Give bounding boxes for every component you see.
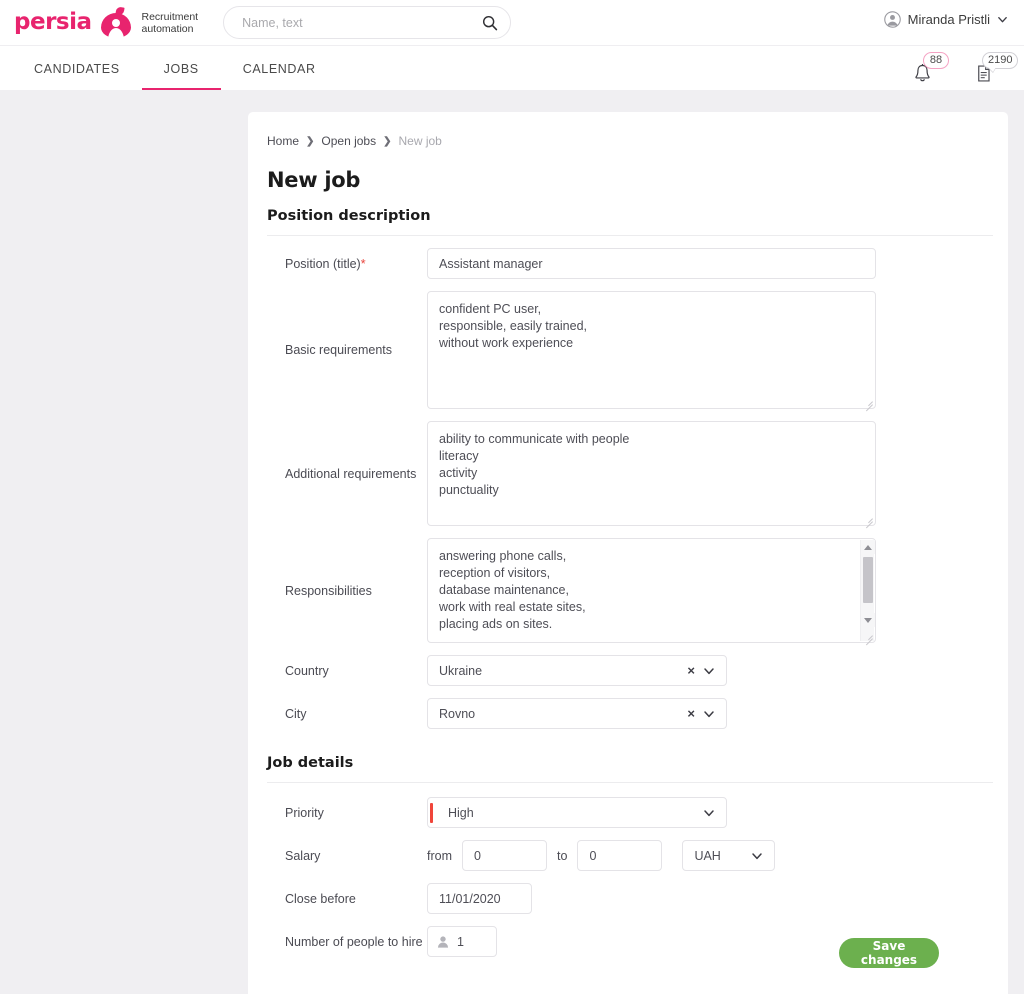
label-close-before: Close before	[285, 891, 356, 906]
brand-logo[interactable]: persia Recruitment automation	[14, 6, 199, 40]
tab-jobs[interactable]: JOBS	[141, 46, 221, 90]
responsibilities-scrollbar[interactable]	[860, 540, 875, 641]
country-select[interactable]: Ukraine ×	[427, 655, 727, 686]
basic-requirements-textarea[interactable]: confident PC user, responsible, easily t…	[427, 291, 876, 409]
currency-select[interactable]: UAH	[682, 840, 776, 871]
documents-count-badge[interactable]: 2190	[982, 52, 1019, 69]
section-title-job-details: Job details	[267, 755, 354, 771]
breadcrumb-separator-icon: ❯	[383, 135, 392, 147]
position-title-input[interactable]	[427, 248, 876, 279]
chevron-down-icon[interactable]	[703, 807, 715, 819]
field-row-position-title: Position (title)*	[267, 248, 990, 279]
breadcrumb-separator-icon: ❯	[306, 135, 315, 147]
tab-candidates[interactable]: CANDIDATES	[12, 46, 142, 90]
new-job-card: Home ❯ Open jobs ❯ New job New job Posit…	[248, 112, 1008, 994]
salary-from-label: from	[427, 848, 452, 863]
notification-count-badge[interactable]: 88	[923, 52, 949, 69]
brand-wordmark: persia	[14, 9, 92, 35]
priority-level-indicator	[430, 803, 433, 823]
section-title-position-description: Position description	[267, 208, 431, 224]
label-responsibilities: Responsibilities	[285, 583, 372, 598]
field-row-responsibilities: Responsibilities answering phone calls, …	[267, 538, 990, 646]
tab-candidates-label: CANDIDATES	[34, 62, 120, 76]
priority-select[interactable]: High	[427, 797, 727, 828]
nav-tab-list: CANDIDATES JOBS CALENDAR	[0, 46, 338, 90]
city-select[interactable]: Rovno ×	[427, 698, 727, 729]
people-to-hire-input[interactable]: 1	[427, 926, 497, 957]
currency-selected-value: UAH	[694, 848, 721, 863]
field-row-priority: Priority High	[267, 797, 990, 828]
field-row-close-before: Close before	[267, 883, 990, 914]
main-navigation: CANDIDATES JOBS CALENDAR 88 2190	[0, 45, 1024, 90]
brand-tagline: Recruitment automation	[140, 11, 199, 35]
salary-to-input[interactable]	[577, 840, 663, 871]
top-header: persia Recruitment automation Miranda Pr…	[0, 0, 1024, 45]
country-selected-value: Ukraine	[439, 663, 483, 678]
chevron-down-icon[interactable]	[703, 708, 715, 720]
label-country: Country	[285, 663, 329, 678]
page-title: New job	[267, 168, 361, 192]
close-icon[interactable]: ×	[687, 707, 695, 720]
label-salary: Salary	[285, 848, 321, 863]
breadcrumb-item-current: New job	[398, 134, 442, 148]
breadcrumb-item-home[interactable]: Home	[267, 134, 299, 148]
label-additional-requirements: Additional requirements	[285, 466, 417, 481]
tab-calendar-label: CALENDAR	[242, 62, 316, 76]
basic-requirements-wrapper: confident PC user, responsible, easily t…	[427, 291, 876, 412]
tab-jobs-label: JOBS	[163, 62, 199, 76]
priority-selected-value: High	[448, 805, 474, 820]
header-badges: 88 2190	[912, 52, 1019, 88]
persia-peach-logo-icon	[100, 6, 131, 40]
close-before-date-input[interactable]	[427, 883, 532, 914]
field-row-country: Country Ukraine ×	[267, 655, 990, 686]
tab-calendar[interactable]: CALENDAR	[221, 46, 338, 90]
user-name: Miranda Pristli	[907, 12, 990, 27]
person-icon	[437, 935, 449, 948]
global-search[interactable]	[223, 6, 512, 39]
label-city: City	[285, 706, 307, 721]
user-menu[interactable]: Miranda Pristli	[883, 11, 1008, 28]
responsibilities-textarea[interactable]: answering phone calls, reception of visi…	[427, 538, 876, 643]
close-icon[interactable]: ×	[687, 664, 695, 677]
brand-tagline-line2: automation	[141, 22, 194, 35]
responsibilities-wrapper: answering phone calls, reception of visi…	[427, 538, 876, 646]
field-row-salary: Salary from to UAH	[267, 840, 990, 871]
scroll-down-arrow-icon[interactable]	[861, 613, 875, 627]
salary-controls: from to UAH	[427, 840, 990, 871]
salary-to-label: to	[557, 848, 568, 863]
search-input[interactable]	[240, 14, 483, 31]
label-people-to-hire: Number of people to hire	[285, 934, 423, 949]
notifications-button[interactable]: 88	[912, 52, 949, 88]
field-row-basic-requirements: Basic requirements confident PC user, re…	[267, 291, 990, 412]
people-to-hire-value: 1	[457, 934, 464, 949]
documents-button[interactable]: 2190	[974, 52, 1019, 88]
breadcrumb: Home ❯ Open jobs ❯ New job	[267, 134, 990, 148]
chevron-down-icon[interactable]	[997, 14, 1008, 25]
additional-requirements-textarea[interactable]: ability to communicate with people liter…	[427, 421, 876, 526]
chevron-down-icon[interactable]	[751, 850, 763, 862]
salary-from-input[interactable]	[462, 840, 547, 871]
scroll-up-arrow-icon[interactable]	[861, 540, 875, 554]
section-divider	[267, 782, 993, 783]
required-asterisk: *	[360, 256, 366, 271]
city-selected-value: Rovno	[439, 706, 476, 721]
field-row-city: City Rovno ×	[267, 698, 990, 729]
label-basic-requirements: Basic requirements	[285, 343, 392, 357]
search-icon[interactable]	[482, 15, 498, 31]
additional-requirements-wrapper: ability to communicate with people liter…	[427, 421, 876, 529]
label-priority: Priority	[285, 805, 324, 820]
brand-tagline-line1: Recruitment	[141, 10, 199, 23]
save-changes-button[interactable]: Save changes	[839, 938, 939, 968]
breadcrumb-item-open-jobs[interactable]: Open jobs	[321, 134, 376, 148]
field-row-additional-requirements: Additional requirements ability to commu…	[267, 421, 990, 529]
user-circle-icon	[883, 11, 901, 28]
section-divider	[267, 235, 993, 236]
chevron-down-icon[interactable]	[703, 665, 715, 677]
label-position-title: Position (title)*	[285, 256, 366, 271]
scrollbar-thumb[interactable]	[863, 557, 873, 603]
